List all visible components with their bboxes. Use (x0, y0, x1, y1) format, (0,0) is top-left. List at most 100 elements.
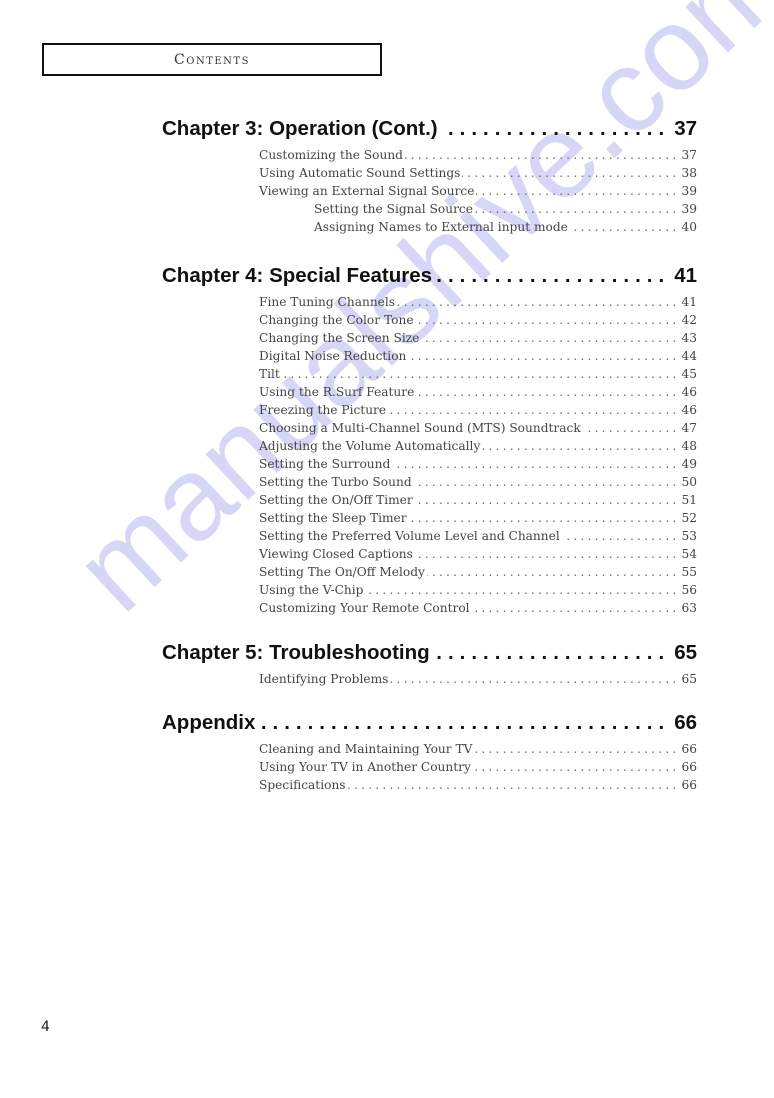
toc-entry[interactable]: Adjusting the Volume Automatically......… (259, 437, 697, 455)
dot-leader: ........................................… (408, 349, 680, 363)
chapter-title: Chapter 3: Operation (Cont.) (162, 117, 438, 140)
entry-page-number: 40 (681, 220, 697, 234)
chapter-heading[interactable]: Appendix................................… (162, 706, 697, 740)
toc-entry[interactable]: Setting the Preferred Volume Level and C… (259, 527, 697, 545)
dot-leader: ........................................… (259, 711, 671, 734)
entry-label: Using the V-Chip (259, 583, 364, 597)
dot-leader: ........................................… (434, 641, 671, 664)
toc-entry[interactable]: Customizing the Sound...................… (259, 146, 697, 164)
toc-entry[interactable]: Viewing an External Signal Source.......… (259, 182, 697, 200)
entry-label: Freezing the Picture (259, 403, 387, 417)
chapter-entries: Identifying Problems....................… (259, 670, 697, 688)
toc-chapter: Chapter 4: Special Features.............… (162, 259, 697, 617)
toc-entry[interactable]: Setting the Surround....................… (259, 455, 697, 473)
toc-chapter: Appendix................................… (162, 706, 697, 794)
entry-page-number: 52 (681, 511, 697, 525)
entry-page-number: 56 (681, 583, 697, 597)
chapter-title: Appendix (162, 711, 256, 734)
toc-entry[interactable]: Using Automatic Sound Settings..........… (259, 164, 697, 182)
entry-label: Setting the Sleep Timer (259, 511, 407, 525)
toc-entry[interactable]: Fine Tuning Channels....................… (259, 293, 697, 311)
entry-page-number: 63 (681, 601, 697, 615)
chapter-heading[interactable]: Chapter 4: Special Features.............… (162, 259, 697, 293)
dot-leader: ........................................… (415, 493, 680, 507)
dot-leader: ........................................… (472, 601, 680, 615)
entry-page-number: 49 (681, 457, 697, 471)
entry-page-number: 46 (681, 403, 697, 417)
entry-label: Setting the Preferred Volume Level and C… (259, 529, 560, 543)
entry-label: Using Your TV in Another Country (259, 760, 471, 774)
toc-entry[interactable]: Setting The On/Off Melody...............… (259, 563, 697, 581)
entry-page-number: 66 (681, 742, 697, 756)
toc-entry[interactable]: Setting the On/Off Timer................… (259, 491, 697, 509)
dot-leader: ........................................… (436, 264, 671, 287)
toc-entry[interactable]: Digital Noise Reduction.................… (259, 347, 697, 365)
toc-entry[interactable]: Using Your TV in Another Country........… (259, 758, 697, 776)
entry-label: Using Automatic Sound Settings (259, 166, 461, 180)
dot-leader: ........................................… (392, 457, 680, 471)
toc-entry[interactable]: Using the R.Surf Feature................… (259, 383, 697, 401)
entry-page-number: 51 (681, 493, 697, 507)
dot-leader: ........................................… (562, 529, 680, 543)
toc-entry[interactable]: Setting the Turbo Sound.................… (259, 473, 697, 491)
contents-title: Contents (174, 51, 250, 68)
entry-page-number: 66 (681, 778, 697, 792)
dot-leader: ........................................… (388, 403, 680, 417)
entry-label: Fine Tuning Channels (259, 295, 396, 309)
entry-page-number: 43 (681, 331, 697, 345)
dot-leader: ........................................… (482, 439, 680, 453)
entry-page-number: 41 (681, 295, 697, 309)
entry-page-number: 54 (681, 547, 697, 561)
dot-leader: ........................................… (282, 367, 680, 381)
toc-entry[interactable]: Tilt....................................… (259, 365, 697, 383)
chapter-entries: Cleaning and Maintaining Your TV........… (259, 740, 697, 794)
entry-label: Viewing an External Signal Source (259, 184, 475, 198)
toc-entry[interactable]: Changing the Screen Size................… (259, 329, 697, 347)
entry-label: Changing the Color Tone (259, 313, 414, 327)
dot-leader: ........................................… (365, 583, 680, 597)
dot-leader: ........................................… (427, 565, 680, 579)
dot-leader: ........................................… (416, 313, 680, 327)
dot-leader: ........................................… (441, 117, 671, 140)
dot-leader: ........................................… (390, 672, 680, 686)
dot-leader: ........................................… (583, 421, 680, 435)
toc-entry[interactable]: Freezing the Picture....................… (259, 401, 697, 419)
toc-entry[interactable]: Viewing Closed Captions.................… (259, 545, 697, 563)
entry-label: Setting the On/Off Timer (259, 493, 413, 507)
dot-leader: ........................................… (397, 295, 680, 309)
toc-entry[interactable]: Choosing a Multi-Channel Sound (MTS) Sou… (259, 419, 697, 437)
entry-page-number: 45 (681, 367, 697, 381)
dot-leader: ........................................… (416, 385, 680, 399)
entry-page-number: 66 (681, 760, 697, 774)
dot-leader: ........................................… (409, 511, 680, 525)
entry-label: Tilt (259, 367, 280, 381)
toc-entry[interactable]: Setting the Sleep Timer.................… (259, 509, 697, 527)
toc-entry[interactable]: Customizing Your Remote Control.........… (259, 599, 697, 617)
toc-subentry[interactable]: Assigning Names to External input mode..… (314, 218, 697, 236)
entry-page-number: 39 (681, 184, 697, 198)
entry-page-number: 46 (681, 385, 697, 399)
chapter-title: Chapter 4: Special Features (162, 264, 433, 287)
toc-entry[interactable]: Cleaning and Maintaining Your TV........… (259, 740, 697, 758)
toc-chapter: Chapter 3: Operation (Cont.)............… (162, 112, 697, 236)
entry-page-number: 48 (681, 439, 697, 453)
chapter-entries: Customizing the Sound...................… (259, 146, 697, 236)
entry-label: Setting The On/Off Melody (259, 565, 425, 579)
toc-entry[interactable]: Identifying Problems....................… (259, 670, 697, 688)
contents-header-box: Contents (42, 43, 382, 76)
manual-page: Contents manualshive.com Chapter 3: Oper… (0, 0, 774, 1098)
toc-subentry[interactable]: Setting the Signal Source...............… (314, 200, 697, 218)
entry-page-number: 44 (681, 349, 697, 363)
entry-page-number: 53 (681, 529, 697, 543)
entry-label: Specifications (259, 778, 346, 792)
toc-entry[interactable]: Specifications..........................… (259, 776, 697, 794)
chapter-page-number: 37 (674, 117, 697, 140)
toc-entry[interactable]: Using the V-Chip........................… (259, 581, 697, 599)
entry-page-number: 37 (681, 148, 697, 162)
toc-entry[interactable]: Changing the Color Tone.................… (259, 311, 697, 329)
dot-leader: ........................................… (474, 742, 680, 756)
chapter-heading[interactable]: Chapter 3: Operation (Cont.)............… (162, 112, 697, 146)
entry-label: Setting the Signal Source (314, 202, 473, 216)
entry-label: Setting the Turbo Sound (259, 475, 412, 489)
chapter-heading[interactable]: Chapter 5: Troubleshooting..............… (162, 636, 697, 670)
